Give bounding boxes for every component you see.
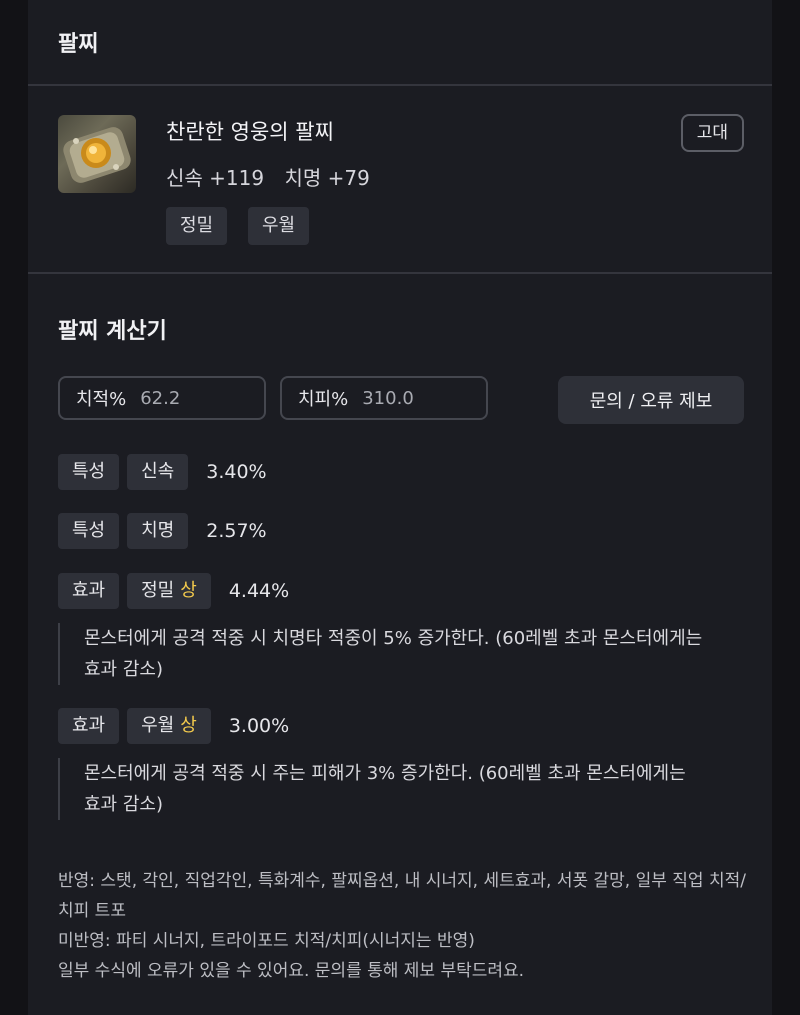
item-name: 찬란한 영웅의 팔찌 [166, 120, 334, 144]
note-reflected: 반영: 스탯, 각인, 직업각인, 특화계수, 팔찌옵션, 내 시너지, 세트효… [58, 871, 746, 921]
divider [28, 84, 772, 86]
row-value: 3.00% [228, 715, 290, 737]
row-value: 3.40% [206, 461, 267, 483]
item-stats: 신속 +119 치명 +79 [166, 162, 384, 191]
row-type-chip: 효과 [58, 573, 120, 609]
row-value: 4.44% [228, 580, 290, 602]
row-name-chip: 신속 [127, 454, 189, 490]
calculator-notes: 반영: 스탯, 각인, 직업각인, 특화계수, 팔찌옵션, 내 시너지, 세트효… [58, 866, 748, 986]
row-name: 우월 [141, 715, 175, 736]
crit-rate-label: 치적% [76, 389, 127, 410]
divider [28, 272, 772, 274]
crit-damage-input[interactable] [362, 387, 483, 409]
section-title-bracelet: 팔찌 [58, 32, 99, 57]
effect-row-precision: 효과 정밀 상 4.44% [58, 573, 289, 609]
bracelet-panel: 팔찌 찬란한 영웅의 팔찌 신속 +119 치명 +79 정밀 우월 고대 팔찌… [28, 0, 772, 1015]
effect-description-precision: 몬스터에게 공격 적중 시 치명타 적중이 5% 증가한다. (60레벨 초과 … [58, 623, 704, 685]
crit-rate-input[interactable] [140, 387, 261, 409]
effect-description-superiority: 몬스터에게 공격 적중 시 주는 피해가 3% 증가한다. (60레벨 초과 몬… [58, 758, 704, 820]
row-type-chip: 특성 [58, 454, 120, 490]
bracelet-item-icon [58, 115, 136, 193]
row-type-chip: 효과 [58, 708, 120, 744]
note-disclaimer: 일부 수식에 오류가 있을 수 있어요. 문의를 통해 제보 부탁드려요. [58, 961, 525, 981]
effect-row-superiority: 효과 우월 상 3.00% [58, 708, 289, 744]
row-grade: 상 [180, 580, 197, 601]
row-grade: 상 [180, 715, 197, 736]
item-stat-crit: 치명 +79 [284, 166, 370, 190]
item-tag-precision: 정밀 [166, 207, 228, 245]
report-error-button[interactable]: 문의 / 오류 제보 [558, 376, 744, 424]
item-tag-superiority: 우월 [248, 207, 310, 245]
note-not-reflected: 미반영: 파티 시너지, 트라이포드 치적/치피(시너지는 반영) [58, 931, 475, 951]
stat-row-speed: 특성 신속 3.40% [58, 454, 267, 490]
crit-damage-field[interactable]: 치피% [280, 376, 488, 420]
row-name-chip: 우월 상 [127, 708, 211, 744]
item-grade-badge: 고대 [680, 114, 744, 152]
section-title-calculator: 팔찌 계산기 [58, 319, 167, 344]
stat-row-crit: 특성 치명 2.57% [58, 513, 267, 549]
row-name: 정밀 [141, 580, 175, 601]
row-name-chip: 치명 [127, 513, 189, 549]
row-name-chip: 정밀 상 [127, 573, 211, 609]
row-type-chip: 특성 [58, 513, 120, 549]
crit-rate-field[interactable]: 치적% [58, 376, 266, 420]
item-stat-speed: 신속 +119 [166, 166, 265, 190]
crit-damage-label: 치피% [298, 389, 349, 410]
row-value: 2.57% [206, 520, 267, 542]
